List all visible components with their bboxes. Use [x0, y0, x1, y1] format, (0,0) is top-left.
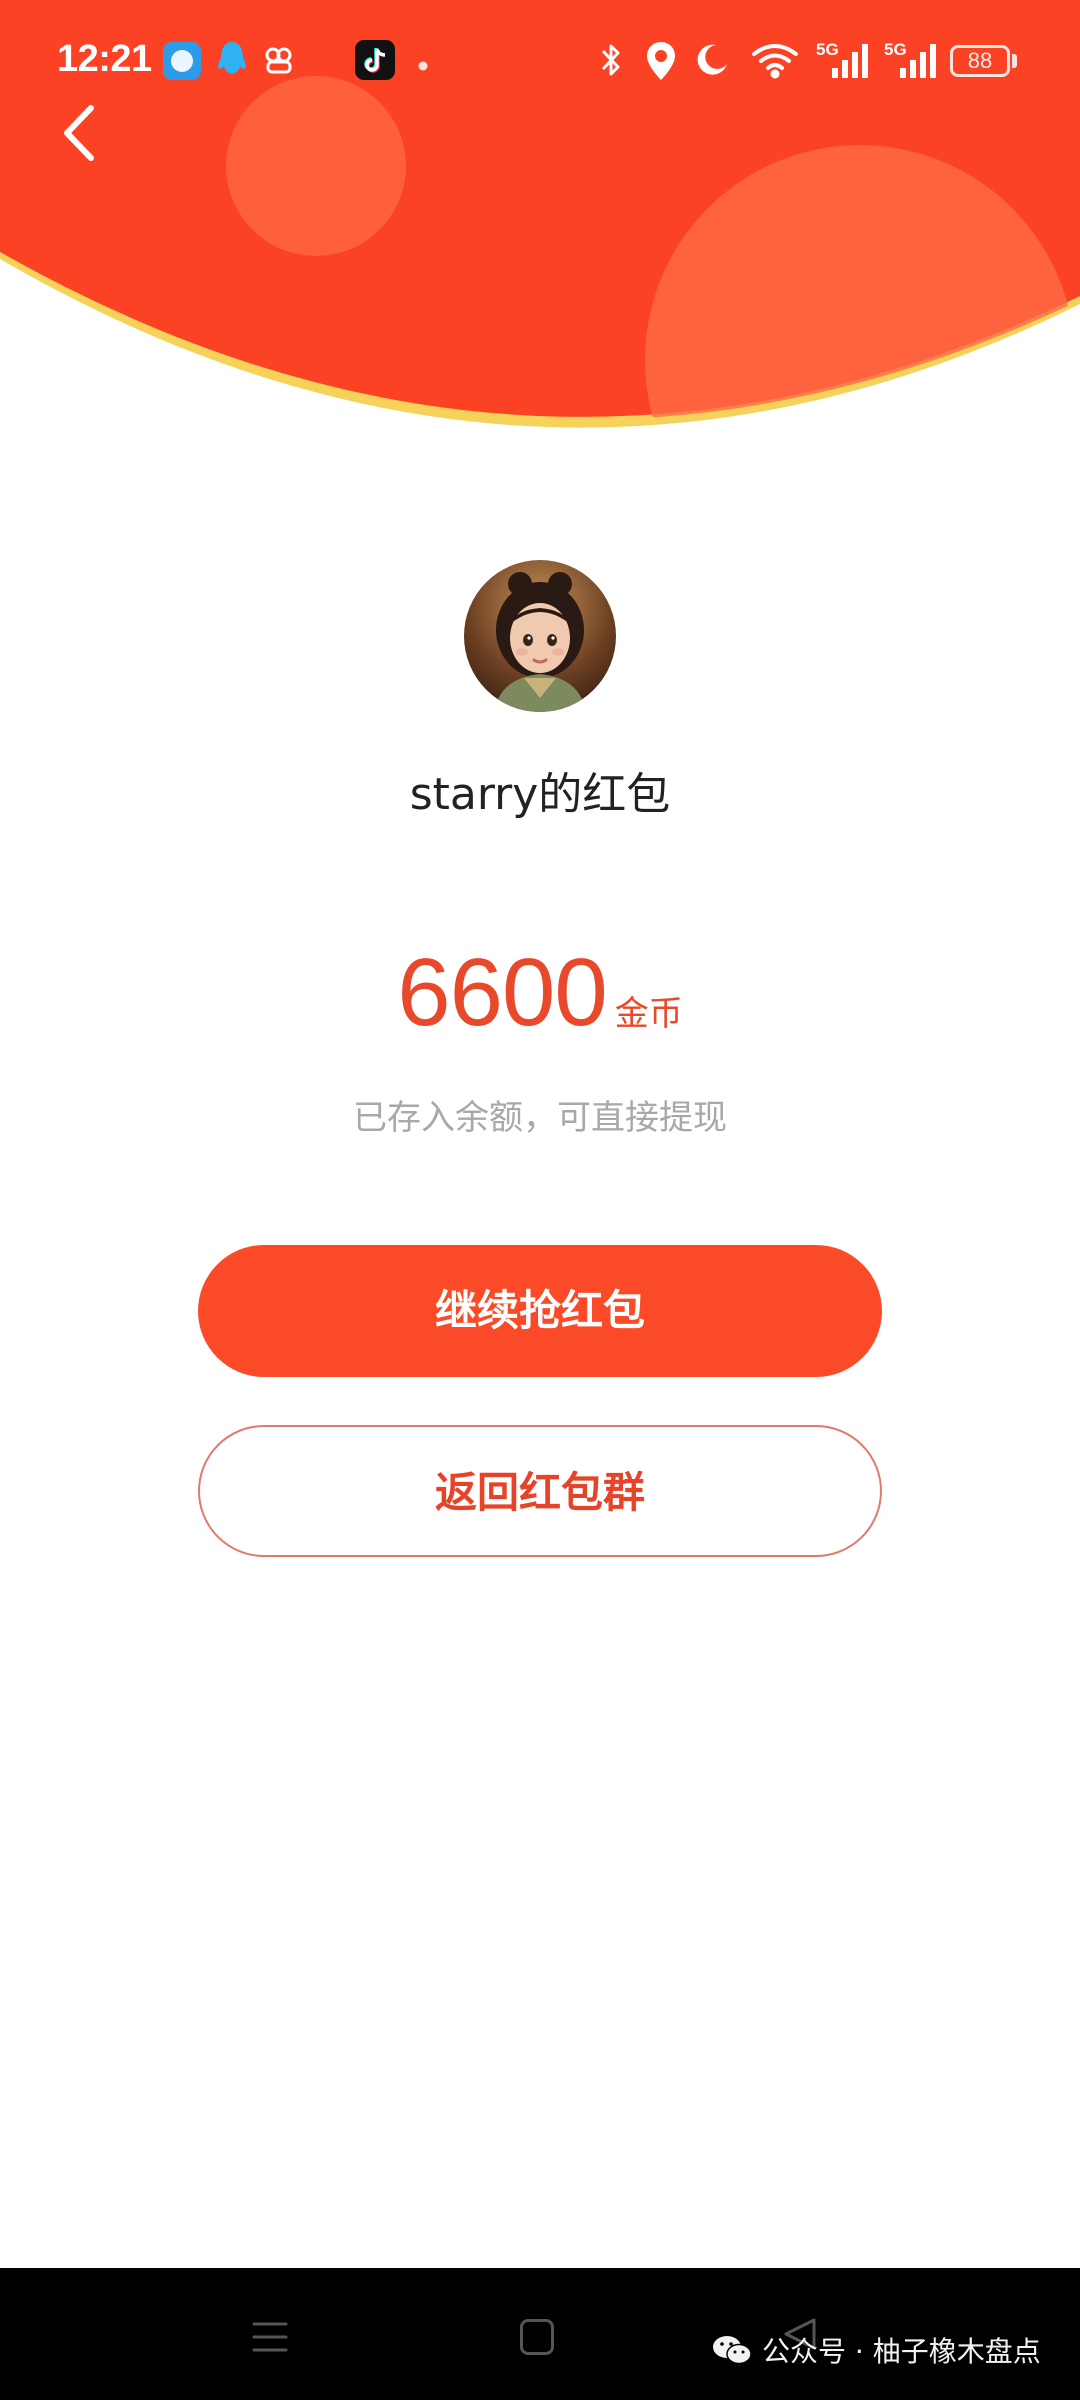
location-icon — [644, 40, 678, 86]
notification-dot-icon — [418, 56, 428, 75]
signal-icon — [820, 40, 870, 84]
reward-unit: 金币 — [614, 994, 683, 1034]
battery-indicator: 88 — [950, 45, 1010, 77]
tiktok-icon — [355, 40, 395, 80]
menu-icon[interactable] — [252, 2320, 288, 2354]
back-button[interactable] — [55, 100, 115, 170]
sender-avatar — [464, 560, 616, 712]
status-time: 12:21 — [57, 38, 152, 80]
reward-amount: 6600 — [397, 939, 608, 1046]
continue-grab-button[interactable]: 继续抢红包 — [198, 1245, 882, 1377]
watermark-text: 公众号 · 柚子橡木盘点 — [762, 2335, 1041, 2368]
watermark: 公众号 · 柚子橡木盘点 — [712, 2328, 1041, 2372]
sender-title: starry的红包 — [409, 769, 671, 820]
return-group-button[interactable]: 返回红包群 — [198, 1425, 882, 1557]
wechat-icon — [713, 2336, 752, 2365]
status-bar: 12:21 5G 5G 88 — [0, 0, 1080, 125]
home-icon[interactable] — [520, 2319, 554, 2355]
bluetooth-icon — [598, 40, 624, 84]
reward-amount-row: 6600 金币 — [0, 938, 1080, 1048]
do-not-disturb-icon — [694, 42, 730, 82]
wifi-icon — [750, 42, 800, 84]
app-icon-small — [262, 44, 296, 82]
balance-note: 已存入余额，可直接提现 — [353, 1098, 727, 1138]
chevron-left-icon — [64, 105, 94, 161]
chat-app-icon — [163, 42, 201, 80]
signal-icon-2 — [888, 40, 938, 84]
qq-icon — [214, 40, 250, 84]
battery-tip — [1012, 54, 1017, 68]
